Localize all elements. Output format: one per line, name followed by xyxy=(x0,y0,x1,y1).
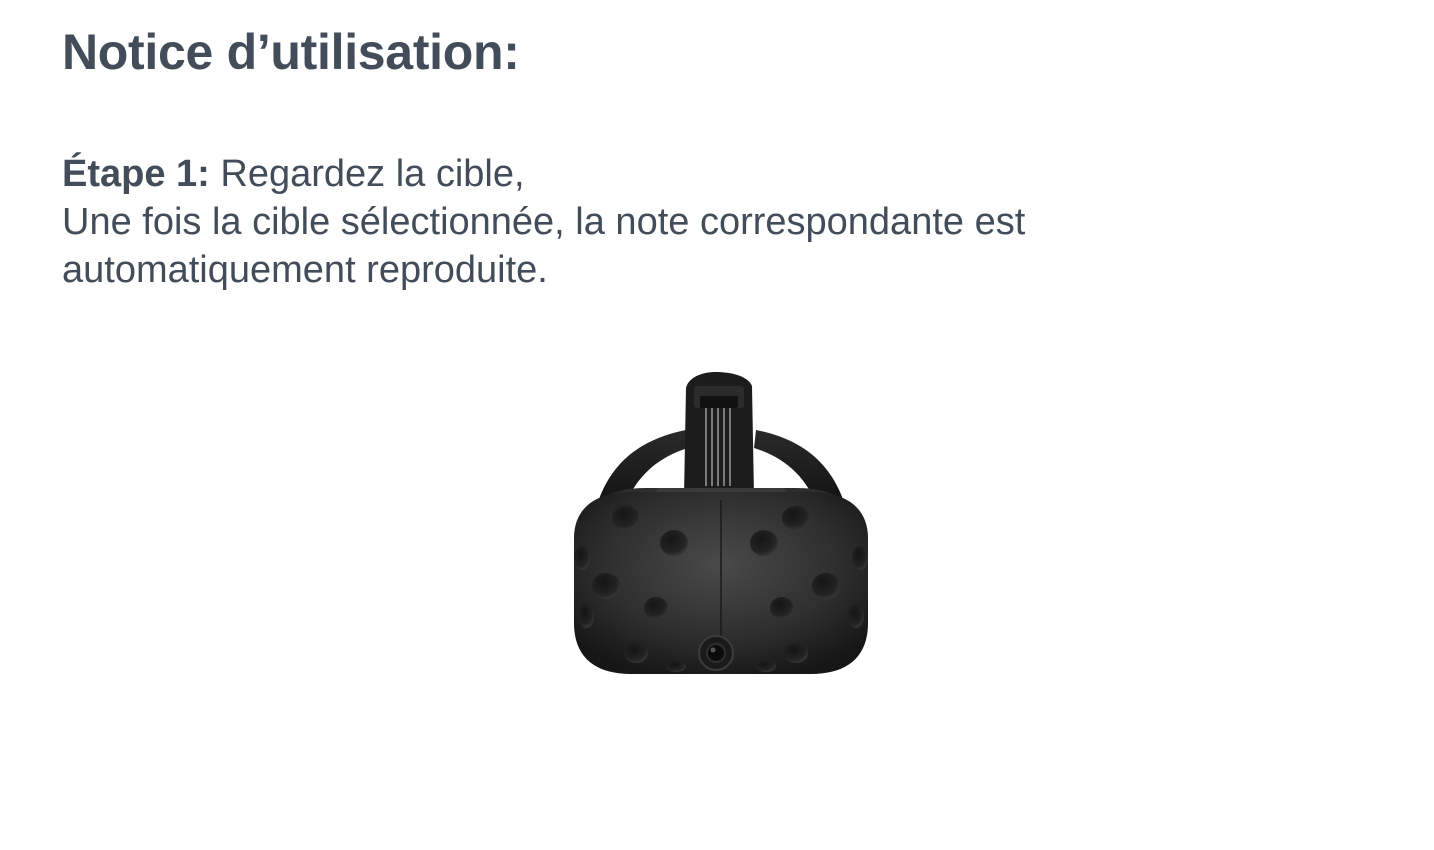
step-text-line-2: Une fois la cible sélectionnée, la note … xyxy=(62,201,1026,243)
step-text-line-1: Regardez la cible, xyxy=(209,153,525,195)
step-label: Étape 1: xyxy=(62,153,210,195)
vr-headset-image: htc xyxy=(574,372,868,674)
step-1-instruction: Étape 1: Regardez la cible, Une fois la c… xyxy=(62,150,1262,294)
page-title: Notice d’utilisation: xyxy=(62,24,520,80)
step-text-line-3: automatiquement reproduite. xyxy=(62,249,548,291)
